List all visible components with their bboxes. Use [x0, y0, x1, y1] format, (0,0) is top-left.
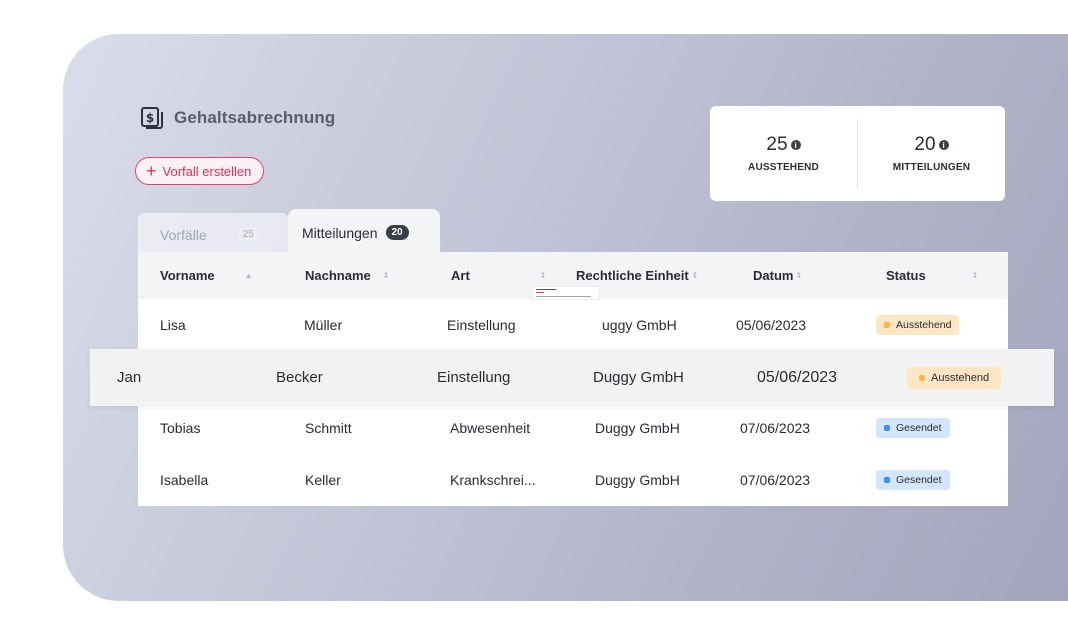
svg-text:$: $: [146, 111, 154, 125]
stat-messages-label: MITTEILUNGEN: [892, 162, 971, 173]
sort-icon[interactable]: ⇕: [692, 271, 699, 280]
tab-messages-count: 20: [385, 225, 409, 240]
table-row[interactable]: Tobias Schmitt Abwesenheit Duggy GmbH 07…: [138, 402, 1008, 454]
stat-messages: 20 i MITTEILUNGEN: [858, 106, 1005, 201]
sort-asc-icon[interactable]: ▲: [245, 271, 253, 280]
info-icon[interactable]: i: [938, 140, 949, 150]
tab-incidents[interactable]: Vorfälle 25: [138, 213, 288, 256]
drag-preview-thumbnail: [532, 286, 600, 300]
page-header: $ Gehaltsabrechnung: [140, 106, 335, 130]
status-badge: Gesendet: [876, 418, 950, 438]
table-row[interactable]: Isabella Keller Krankschrei... Duggy Gmb…: [138, 454, 1008, 506]
stat-pending-label: AUSSTEHEND: [748, 162, 819, 173]
column-header-date[interactable]: Datum ⇕: [753, 252, 802, 299]
tab-bar: Vorfälle 25 Mitteilungen 20: [138, 209, 440, 256]
info-icon[interactable]: i: [790, 140, 801, 150]
status-badge: Gesendet: [876, 470, 950, 490]
column-header-status[interactable]: Status ⇕: [886, 252, 978, 299]
stat-messages-value: 20: [914, 134, 936, 155]
status-badge: Ausstehend: [876, 315, 960, 335]
sort-icon[interactable]: ⇕: [540, 271, 547, 280]
column-header-firstname[interactable]: Vorname ▲: [160, 252, 253, 299]
table-row[interactable]: Lisa Müller Einstellung uggy GmbH 05/06/…: [138, 299, 1008, 351]
tab-incidents-count: 25: [236, 227, 260, 242]
sort-icon[interactable]: ⇕: [972, 271, 979, 280]
stat-pending: 25 i AUSSTEHEND: [710, 106, 857, 201]
sort-icon[interactable]: ⇕: [795, 271, 802, 280]
tab-messages[interactable]: Mitteilungen 20: [288, 209, 440, 256]
payroll-icon: $: [141, 107, 163, 129]
stat-pending-value: 25: [766, 134, 788, 155]
stats-card: 25 i AUSSTEHEND 20 i MITTEILUNGEN: [710, 106, 1005, 201]
column-header-lastname[interactable]: Nachname ⇕: [305, 252, 389, 299]
create-incident-button[interactable]: + Vorfall erstellen: [135, 157, 265, 185]
status-badge: Ausstehend: [907, 366, 1002, 389]
tab-incidents-label: Vorfälle: [160, 226, 207, 243]
page-title: Gehaltsabrechnung: [174, 108, 336, 127]
plus-icon: +: [146, 161, 157, 181]
sort-icon[interactable]: ⇕: [383, 271, 390, 280]
tab-messages-label: Mitteilungen: [302, 224, 378, 241]
dragged-table-row[interactable]: Jan Becker Einstellung Duggy GmbH 05/06/…: [90, 349, 1054, 406]
create-incident-label: Vorfall erstellen: [162, 163, 252, 179]
